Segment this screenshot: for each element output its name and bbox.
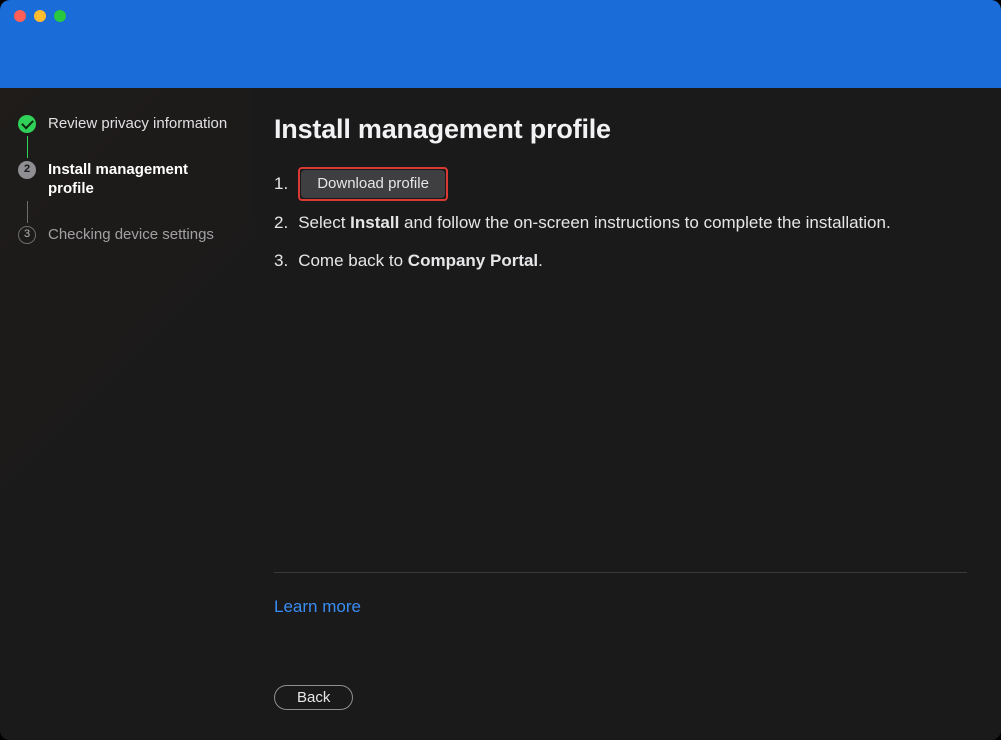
step-label: Checking device settings xyxy=(48,225,220,245)
window-controls xyxy=(14,10,66,22)
titlebar xyxy=(0,0,1001,88)
step-number-icon: 3 xyxy=(18,226,36,244)
instruction-2: 2. Select Install and follow the on-scre… xyxy=(274,207,967,239)
step-number-icon: 2 xyxy=(18,161,36,179)
instruction-text: Select Install and follow the on-screen … xyxy=(298,207,891,239)
step-connector xyxy=(27,136,29,158)
page-title: Install management profile xyxy=(274,114,967,145)
step-list: Review privacy information 2 Install man… xyxy=(18,114,236,244)
download-highlight: Download profile xyxy=(298,167,448,201)
learn-more-link[interactable]: Learn more xyxy=(274,597,967,617)
back-button[interactable]: Back xyxy=(274,685,353,710)
instruction-3: 3. Come back to Company Portal. xyxy=(274,245,967,277)
step-label: Review privacy information xyxy=(48,114,233,134)
spacer xyxy=(274,284,967,572)
instruction-text: Come back to Company Portal. xyxy=(298,245,543,277)
step-label: Install management profile xyxy=(48,160,236,199)
instructions: 1. Download profile 2. Select Install an… xyxy=(274,167,967,284)
instruction-1: 1. Download profile xyxy=(274,167,967,201)
minimize-button[interactable] xyxy=(34,10,46,22)
step-checking-settings: 3 Checking device settings xyxy=(18,225,236,245)
instruction-number: 3. xyxy=(274,245,288,277)
step-review-privacy: Review privacy information xyxy=(18,114,236,134)
text-bold: Company Portal xyxy=(408,251,538,270)
text-fragment: Come back to xyxy=(298,251,408,270)
instruction-number: 1. xyxy=(274,168,288,200)
text-fragment: and follow the on-screen instructions to… xyxy=(399,213,890,232)
app-window: Review privacy information 2 Install man… xyxy=(0,0,1001,740)
zoom-button[interactable] xyxy=(54,10,66,22)
step-connector xyxy=(27,201,29,223)
main-content: Install management profile 1. Download p… xyxy=(250,88,1001,740)
close-button[interactable] xyxy=(14,10,26,22)
sidebar: Review privacy information 2 Install man… xyxy=(0,88,250,740)
text-fragment: Select xyxy=(298,213,350,232)
divider xyxy=(274,572,967,573)
text-fragment: . xyxy=(538,251,543,270)
download-profile-button[interactable]: Download profile xyxy=(301,170,445,198)
step-install-profile: 2 Install management profile xyxy=(18,160,236,199)
checkmark-icon xyxy=(18,115,36,133)
text-bold: Install xyxy=(350,213,399,232)
body-area: Review privacy information 2 Install man… xyxy=(0,88,1001,740)
instruction-number: 2. xyxy=(274,207,288,239)
